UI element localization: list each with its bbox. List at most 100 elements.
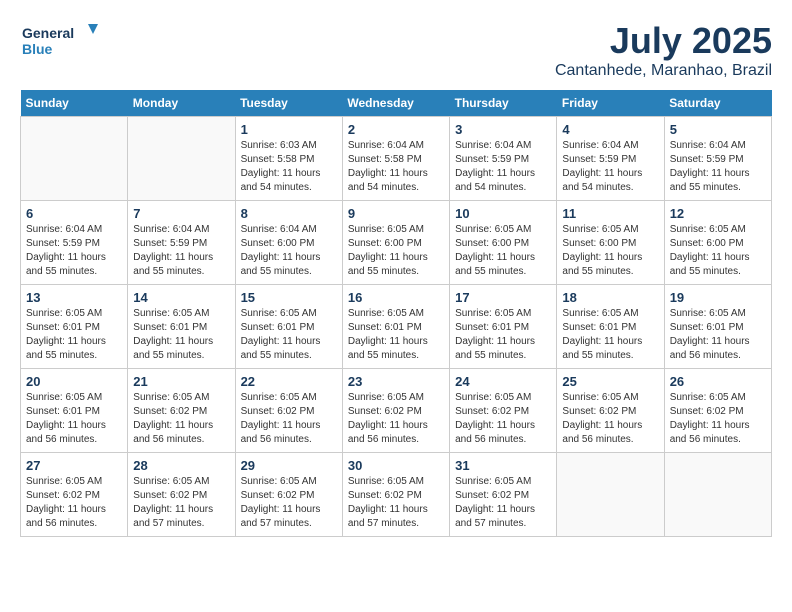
day-info: Sunrise: 6:04 AMSunset: 5:59 PMDaylight:… <box>455 139 551 195</box>
day-number: 3 <box>455 122 551 137</box>
day-info: Sunrise: 6:04 AMSunset: 5:58 PMDaylight:… <box>348 139 444 195</box>
day-cell: 24 Sunrise: 6:05 AMSunset: 6:02 PMDaylig… <box>450 369 557 453</box>
col-header-thursday: Thursday <box>450 90 557 117</box>
day-cell: 12 Sunrise: 6:05 AMSunset: 6:00 PMDaylig… <box>664 201 771 285</box>
day-cell: 19 Sunrise: 6:05 AMSunset: 6:01 PMDaylig… <box>664 285 771 369</box>
col-header-monday: Monday <box>128 90 235 117</box>
week-row-1: 1 Sunrise: 6:03 AMSunset: 5:58 PMDayligh… <box>21 117 772 201</box>
day-info: Sunrise: 6:05 AMSunset: 6:01 PMDaylight:… <box>670 307 766 363</box>
day-cell: 4 Sunrise: 6:04 AMSunset: 5:59 PMDayligh… <box>557 117 664 201</box>
day-info: Sunrise: 6:05 AMSunset: 6:01 PMDaylight:… <box>26 391 122 447</box>
day-number: 6 <box>26 206 122 221</box>
day-number: 7 <box>133 206 229 221</box>
day-info: Sunrise: 6:05 AMSunset: 6:02 PMDaylight:… <box>348 391 444 447</box>
day-info: Sunrise: 6:04 AMSunset: 5:59 PMDaylight:… <box>670 139 766 195</box>
day-info: Sunrise: 6:05 AMSunset: 6:00 PMDaylight:… <box>348 223 444 279</box>
day-number: 29 <box>241 458 337 473</box>
day-number: 26 <box>670 374 766 389</box>
title-block: July 2025 Cantanhede, Maranhao, Brazil <box>555 20 772 80</box>
day-cell: 6 Sunrise: 6:04 AMSunset: 5:59 PMDayligh… <box>21 201 128 285</box>
day-cell: 7 Sunrise: 6:04 AMSunset: 5:59 PMDayligh… <box>128 201 235 285</box>
day-info: Sunrise: 6:05 AMSunset: 6:01 PMDaylight:… <box>241 307 337 363</box>
day-info: Sunrise: 6:05 AMSunset: 6:02 PMDaylight:… <box>133 475 229 531</box>
svg-text:General: General <box>22 25 74 41</box>
day-info: Sunrise: 6:05 AMSunset: 6:02 PMDaylight:… <box>455 475 551 531</box>
day-info: Sunrise: 6:04 AMSunset: 6:00 PMDaylight:… <box>241 223 337 279</box>
location-subtitle: Cantanhede, Maranhao, Brazil <box>555 62 772 80</box>
day-number: 28 <box>133 458 229 473</box>
week-row-3: 13 Sunrise: 6:05 AMSunset: 6:01 PMDaylig… <box>21 285 772 369</box>
day-info: Sunrise: 6:04 AMSunset: 5:59 PMDaylight:… <box>26 223 122 279</box>
day-number: 19 <box>670 290 766 305</box>
day-number: 4 <box>562 122 658 137</box>
day-info: Sunrise: 6:05 AMSunset: 6:01 PMDaylight:… <box>562 307 658 363</box>
logo: General Blue <box>20 20 100 60</box>
day-number: 8 <box>241 206 337 221</box>
month-title: July 2025 <box>555 20 772 62</box>
day-cell: 8 Sunrise: 6:04 AMSunset: 6:00 PMDayligh… <box>235 201 342 285</box>
day-number: 18 <box>562 290 658 305</box>
page-header: General Blue July 2025 Cantanhede, Maran… <box>20 20 772 80</box>
day-info: Sunrise: 6:05 AMSunset: 6:00 PMDaylight:… <box>455 223 551 279</box>
day-number: 25 <box>562 374 658 389</box>
day-cell: 20 Sunrise: 6:05 AMSunset: 6:01 PMDaylig… <box>21 369 128 453</box>
day-cell: 10 Sunrise: 6:05 AMSunset: 6:00 PMDaylig… <box>450 201 557 285</box>
day-cell: 16 Sunrise: 6:05 AMSunset: 6:01 PMDaylig… <box>342 285 449 369</box>
day-number: 13 <box>26 290 122 305</box>
day-number: 22 <box>241 374 337 389</box>
day-info: Sunrise: 6:05 AMSunset: 6:00 PMDaylight:… <box>562 223 658 279</box>
day-number: 10 <box>455 206 551 221</box>
day-info: Sunrise: 6:05 AMSunset: 6:01 PMDaylight:… <box>26 307 122 363</box>
day-number: 31 <box>455 458 551 473</box>
day-info: Sunrise: 6:04 AMSunset: 5:59 PMDaylight:… <box>133 223 229 279</box>
day-info: Sunrise: 6:05 AMSunset: 6:01 PMDaylight:… <box>348 307 444 363</box>
day-number: 27 <box>26 458 122 473</box>
week-row-5: 27 Sunrise: 6:05 AMSunset: 6:02 PMDaylig… <box>21 453 772 537</box>
day-cell <box>128 117 235 201</box>
day-info: Sunrise: 6:05 AMSunset: 6:02 PMDaylight:… <box>241 475 337 531</box>
day-info: Sunrise: 6:05 AMSunset: 6:02 PMDaylight:… <box>562 391 658 447</box>
day-number: 21 <box>133 374 229 389</box>
day-cell: 21 Sunrise: 6:05 AMSunset: 6:02 PMDaylig… <box>128 369 235 453</box>
day-cell <box>664 453 771 537</box>
day-number: 11 <box>562 206 658 221</box>
day-cell: 13 Sunrise: 6:05 AMSunset: 6:01 PMDaylig… <box>21 285 128 369</box>
svg-text:Blue: Blue <box>22 41 53 57</box>
day-info: Sunrise: 6:05 AMSunset: 6:01 PMDaylight:… <box>133 307 229 363</box>
day-cell: 31 Sunrise: 6:05 AMSunset: 6:02 PMDaylig… <box>450 453 557 537</box>
day-info: Sunrise: 6:05 AMSunset: 6:02 PMDaylight:… <box>670 391 766 447</box>
day-cell: 28 Sunrise: 6:05 AMSunset: 6:02 PMDaylig… <box>128 453 235 537</box>
day-cell: 29 Sunrise: 6:05 AMSunset: 6:02 PMDaylig… <box>235 453 342 537</box>
day-number: 5 <box>670 122 766 137</box>
calendar-table: SundayMondayTuesdayWednesdayThursdayFrid… <box>20 90 772 537</box>
day-number: 17 <box>455 290 551 305</box>
day-cell: 22 Sunrise: 6:05 AMSunset: 6:02 PMDaylig… <box>235 369 342 453</box>
day-info: Sunrise: 6:05 AMSunset: 6:02 PMDaylight:… <box>26 475 122 531</box>
day-number: 20 <box>26 374 122 389</box>
col-header-tuesday: Tuesday <box>235 90 342 117</box>
col-header-sunday: Sunday <box>21 90 128 117</box>
day-cell: 5 Sunrise: 6:04 AMSunset: 5:59 PMDayligh… <box>664 117 771 201</box>
day-number: 24 <box>455 374 551 389</box>
col-header-friday: Friday <box>557 90 664 117</box>
day-cell: 1 Sunrise: 6:03 AMSunset: 5:58 PMDayligh… <box>235 117 342 201</box>
day-cell: 25 Sunrise: 6:05 AMSunset: 6:02 PMDaylig… <box>557 369 664 453</box>
day-cell: 3 Sunrise: 6:04 AMSunset: 5:59 PMDayligh… <box>450 117 557 201</box>
day-info: Sunrise: 6:05 AMSunset: 6:02 PMDaylight:… <box>348 475 444 531</box>
header-row: SundayMondayTuesdayWednesdayThursdayFrid… <box>21 90 772 117</box>
day-cell: 14 Sunrise: 6:05 AMSunset: 6:01 PMDaylig… <box>128 285 235 369</box>
day-number: 23 <box>348 374 444 389</box>
day-cell: 30 Sunrise: 6:05 AMSunset: 6:02 PMDaylig… <box>342 453 449 537</box>
week-row-2: 6 Sunrise: 6:04 AMSunset: 5:59 PMDayligh… <box>21 201 772 285</box>
day-number: 14 <box>133 290 229 305</box>
day-number: 12 <box>670 206 766 221</box>
col-header-saturday: Saturday <box>664 90 771 117</box>
day-cell: 26 Sunrise: 6:05 AMSunset: 6:02 PMDaylig… <box>664 369 771 453</box>
day-number: 15 <box>241 290 337 305</box>
day-cell <box>557 453 664 537</box>
day-cell: 2 Sunrise: 6:04 AMSunset: 5:58 PMDayligh… <box>342 117 449 201</box>
day-number: 16 <box>348 290 444 305</box>
col-header-wednesday: Wednesday <box>342 90 449 117</box>
day-cell: 17 Sunrise: 6:05 AMSunset: 6:01 PMDaylig… <box>450 285 557 369</box>
logo-svg: General Blue <box>20 20 100 60</box>
